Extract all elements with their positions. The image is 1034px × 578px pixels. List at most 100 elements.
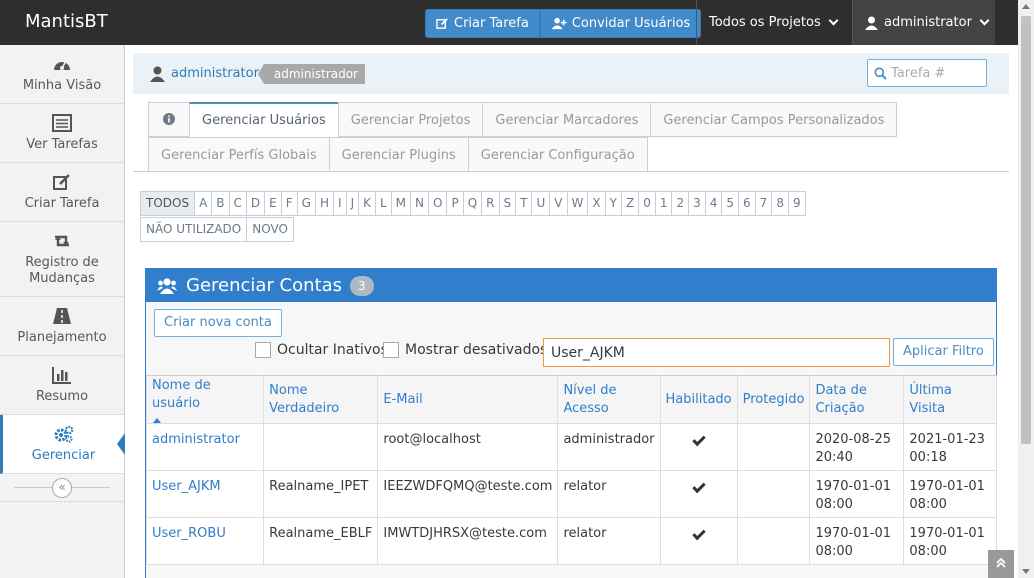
create-account-button[interactable]: Criar nova conta — [154, 309, 282, 337]
scroll-to-top-button[interactable] — [988, 550, 1014, 578]
date-created-cell: 1970-01-01 08:00 — [809, 470, 905, 518]
top-navbar: MantisBT Criar Tarefa Convidar Usuários … — [0, 0, 1018, 45]
sidebar-item-my-view[interactable]: Minha Visão — [0, 45, 124, 104]
column-header-username[interactable]: Nome de usuário — [145, 375, 265, 424]
sidebar-item-label: Planejamento — [17, 329, 107, 345]
scroll-down-arrow-icon[interactable] — [1022, 569, 1030, 574]
show-disabled-checkbox[interactable]: Mostrar desativados — [383, 342, 547, 358]
filter-letter-link[interactable]: 1 — [654, 191, 673, 216]
filter-letter-link[interactable]: 2 — [671, 191, 690, 216]
filter-letter-link[interactable]: C — [228, 191, 247, 216]
enabled-cell — [659, 423, 738, 471]
project-selector-dropdown[interactable]: Todos os Projetos — [696, 0, 852, 45]
filter-letter-link[interactable]: R — [481, 191, 500, 216]
tab-info[interactable] — [148, 102, 190, 137]
filter-letter-link[interactable]: E — [264, 191, 282, 216]
filter-letter-link[interactable]: M — [390, 191, 412, 216]
filter-new-link[interactable]: NOVO — [246, 217, 294, 242]
email-cell: root@localhost — [377, 423, 559, 471]
apply-filter-button[interactable]: Aplicar Filtro — [893, 338, 994, 366]
filter-letter-link[interactable]: W — [566, 191, 589, 216]
filter-letter-link[interactable]: Z — [620, 191, 640, 216]
column-header-realname[interactable]: Nome Verdadeiro — [263, 375, 379, 424]
user-menu-dropdown[interactable]: administrator — [852, 0, 995, 45]
filter-letter-link[interactable]: 7 — [754, 191, 773, 216]
column-header-protected[interactable]: Protegido — [736, 375, 811, 424]
filter-letter-link[interactable]: L — [374, 191, 392, 216]
filter-letter-link[interactable]: F — [280, 191, 298, 216]
filter-letter-link[interactable]: V — [549, 191, 568, 216]
column-header-enabled[interactable]: Habilitado — [659, 375, 738, 424]
sort-ascending-icon — [153, 417, 161, 423]
checkbox-box[interactable] — [383, 342, 399, 358]
tab-manage-plugins[interactable]: Gerenciar Plugins — [328, 137, 469, 172]
access-level-tag: administrador — [257, 63, 365, 84]
user-menu-label: administrator — [884, 15, 972, 30]
scrollbar-thumb[interactable] — [1021, 16, 1031, 444]
filter-letter-link[interactable]: J — [345, 191, 360, 216]
sidebar-collapse-toggle[interactable]: « — [0, 474, 124, 502]
filter-letter-link[interactable]: Q — [462, 191, 483, 216]
filter-letter-link[interactable]: 5 — [721, 191, 740, 216]
hide-inactive-checkbox[interactable]: Ocultar Inativos — [255, 342, 388, 358]
filter-letter-link[interactable]: 3 — [688, 191, 706, 216]
tab-manage-users[interactable]: Gerenciar Usuários — [189, 102, 339, 137]
sidebar-item-report-issue[interactable]: Criar Tarefa — [0, 163, 124, 222]
filter-letter-link[interactable]: S — [498, 191, 517, 216]
filter-letter-link[interactable]: T — [515, 191, 533, 216]
sidebar-item-roadmap[interactable]: Planejamento — [0, 297, 124, 356]
filter-letter-link[interactable]: 6 — [738, 191, 756, 216]
realname-cell: Realname_IPET — [263, 470, 379, 518]
tab-manage-custom-fields[interactable]: Gerenciar Campos Personalizados — [650, 102, 898, 137]
sidebar-item-view-issues[interactable]: Ver Tarefas — [0, 104, 124, 163]
filter-letter-link[interactable]: U — [531, 191, 551, 216]
username-filter-input[interactable] — [543, 338, 890, 367]
filter-letter-link[interactable]: G — [296, 191, 316, 216]
sidebar-item-changelog[interactable]: Registro de Mudanças — [0, 222, 124, 297]
filter-unused-link[interactable]: NÃO UTILIZADO — [140, 217, 248, 242]
filter-letter-link[interactable]: N — [410, 191, 430, 216]
checkbox-box[interactable] — [255, 342, 271, 358]
sidebar-item-manage[interactable]: Gerenciar — [0, 415, 125, 474]
filter-letter-link[interactable]: D — [245, 191, 266, 216]
filter-letter-link[interactable]: H — [314, 191, 335, 216]
filter-letter-link[interactable]: 0 — [638, 191, 656, 216]
breadcrumb-user-link[interactable]: administrator — [171, 66, 259, 81]
filter-letter-link[interactable]: O — [428, 191, 448, 216]
username-link[interactable]: User_ROBU — [145, 517, 265, 565]
filter-letter-link[interactable]: K — [358, 191, 376, 216]
enabled-cell — [659, 517, 738, 565]
column-header-access-level[interactable]: Nível de Acesso — [557, 375, 661, 424]
tab-manage-tags[interactable]: Gerenciar Marcadores — [482, 102, 652, 137]
tab-manage-configuration[interactable]: Gerenciar Configuração — [467, 137, 648, 172]
filter-letter-link[interactable]: A — [194, 191, 213, 216]
navbar-button-group: Criar Tarefa Convidar Usuários — [425, 9, 702, 38]
filter-letter-link[interactable]: 9 — [787, 191, 806, 216]
filter-letter-link[interactable]: TODOS — [140, 191, 196, 216]
column-header-last-visit[interactable]: Última Visita — [903, 375, 997, 424]
table-row: administrator root@localhost administrador… — [145, 423, 997, 471]
column-header-email[interactable]: E-Mail — [377, 375, 559, 424]
username-link[interactable]: administrator — [145, 423, 265, 471]
filter-letter-link[interactable]: 4 — [704, 191, 723, 216]
filter-letter-link[interactable]: P — [446, 191, 464, 216]
tab-manage-global-profiles[interactable]: Gerenciar Perfís Globais — [148, 137, 330, 172]
page-scrollbar[interactable] — [1018, 0, 1034, 578]
filter-letter-link[interactable]: B — [211, 191, 230, 216]
filter-letter-link[interactable]: Y — [604, 191, 622, 216]
filter-letter-link[interactable]: 8 — [771, 191, 789, 216]
date-created-cell: 1970-01-01 08:00 — [809, 517, 905, 565]
brand-logo[interactable]: MantisBT — [25, 11, 108, 32]
sidebar-item-summary[interactable]: Resumo — [0, 356, 124, 415]
invite-users-button[interactable]: Convidar Usuários — [539, 9, 702, 38]
issue-search-box[interactable] — [867, 59, 987, 87]
scroll-up-arrow-icon[interactable] — [1022, 4, 1030, 9]
tab-manage-projects[interactable]: Gerenciar Projetos — [337, 102, 484, 137]
double-chevron-left-icon[interactable]: « — [52, 477, 72, 498]
report-issue-button[interactable]: Criar Tarefa — [425, 9, 540, 38]
filter-letter-link[interactable]: X — [587, 191, 606, 216]
issue-search-input[interactable] — [891, 65, 981, 81]
column-header-date-created[interactable]: Data de Criação — [809, 375, 905, 424]
filter-letter-link[interactable]: I — [333, 191, 347, 216]
username-link[interactable]: User_AJKM — [145, 470, 265, 518]
